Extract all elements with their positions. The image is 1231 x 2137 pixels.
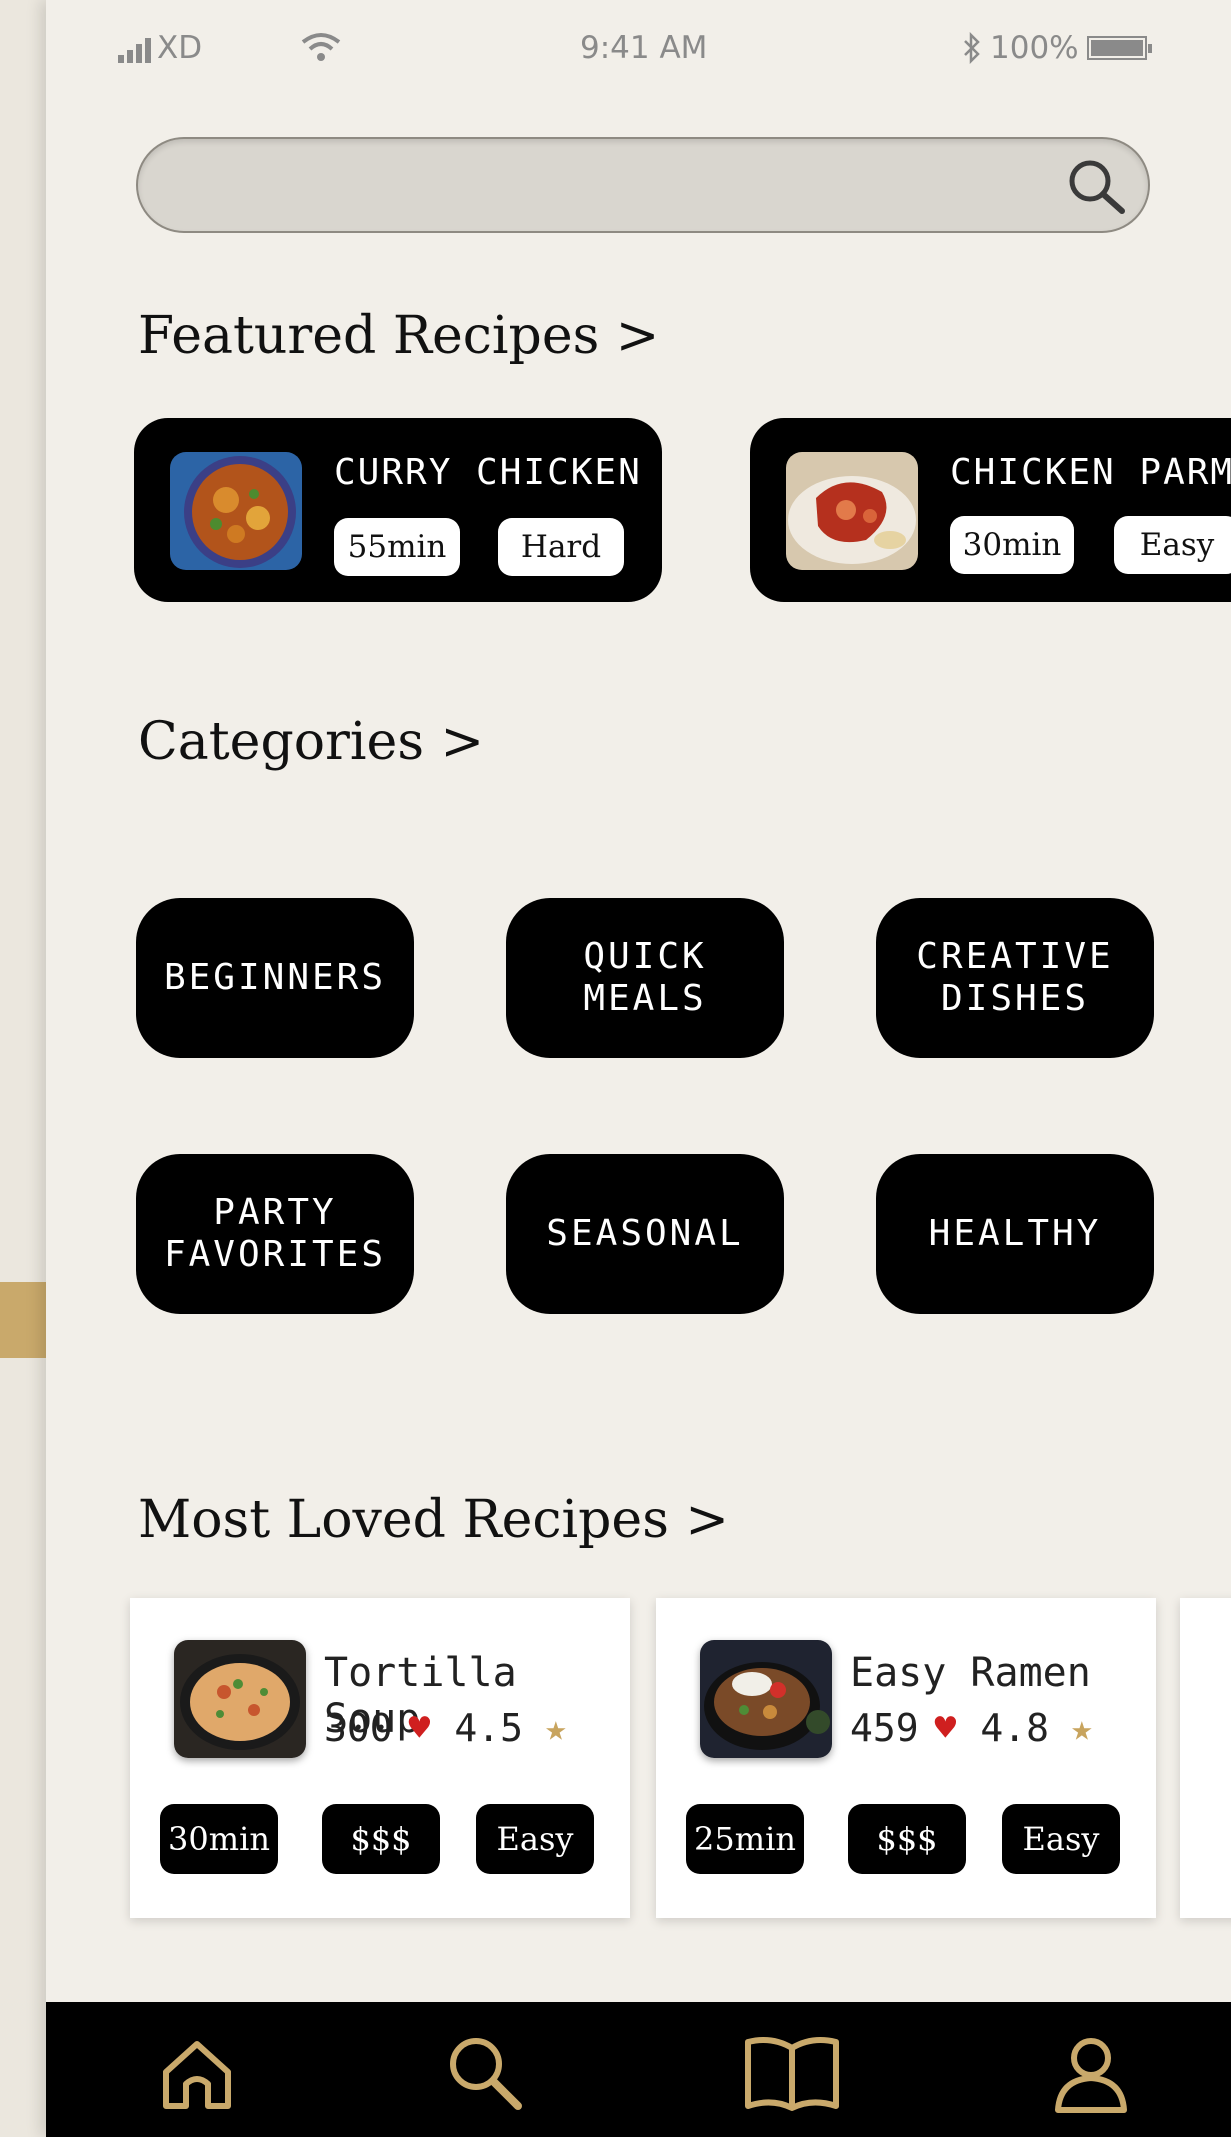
status-bar: XD 9:41 AM 100%	[46, 30, 1231, 70]
category-label: HEALTHY	[928, 1213, 1102, 1254]
featured-card-curry-chicken[interactable]: CURRY CHICKEN 55min Hard	[134, 418, 662, 602]
featured-recipes-heading[interactable]: Featured Recipes >	[138, 306, 659, 366]
category-label: CREATIVE	[916, 936, 1114, 977]
rating-value: 4.5	[454, 1706, 523, 1750]
cost-badge: $$$	[848, 1804, 966, 1874]
loved-card-easy-ramen[interactable]: Easy Ramen 459 ♥ 4.8 ★ 25min $$$ Easy	[656, 1598, 1156, 1918]
battery-percent: 100%	[990, 30, 1079, 66]
search-icon[interactable]	[1062, 153, 1128, 219]
most-loved-heading[interactable]: Most Loved Recipes >	[138, 1490, 729, 1550]
heart-icon[interactable]: ♥	[409, 1708, 431, 1749]
carrier-label: XD	[157, 30, 203, 66]
signal-indicator: XD	[118, 30, 202, 66]
likes-count: 459	[850, 1706, 919, 1750]
time-badge: 30min	[950, 516, 1074, 574]
curry-chicken-thumbnail	[170, 452, 302, 570]
cost-badge: $$$	[322, 1804, 440, 1874]
bluetooth-icon	[964, 32, 980, 64]
category-beginners[interactable]: BEGINNERS	[136, 898, 414, 1058]
recipe-stats: 300 ♥ 4.5 ★	[324, 1706, 567, 1750]
difficulty-badge: Easy	[476, 1804, 594, 1874]
time-badge: 55min	[334, 518, 460, 576]
category-label-line2: MEALS	[583, 978, 707, 1019]
search-bar[interactable]	[136, 137, 1150, 233]
battery-icon	[1086, 36, 1152, 60]
book-icon[interactable]	[742, 2032, 842, 2114]
category-label-line2: DISHES	[940, 978, 1090, 1019]
side-accent-tab	[0, 1282, 46, 1358]
featured-card-title: CHICKEN PARM	[950, 452, 1231, 493]
loved-card-tortilla-soup[interactable]: Tortilla Soup 300 ♥ 4.5 ★ 30min $$$ Easy	[130, 1598, 630, 1918]
search-input[interactable]	[168, 159, 1052, 213]
category-label: BEGINNERS	[163, 957, 387, 998]
clock: 9:41 AM	[580, 30, 708, 66]
easy-ramen-thumbnail	[700, 1640, 832, 1758]
phone-screen: XD 9:41 AM 100% Featured Recipes > CURRY…	[46, 0, 1231, 2137]
bottom-navigation	[46, 2002, 1231, 2137]
time-badge: 30min	[160, 1804, 278, 1874]
signal-icon	[118, 37, 151, 63]
categories-heading[interactable]: Categories >	[138, 712, 484, 772]
loved-card-partial[interactable]	[1180, 1598, 1231, 1918]
category-creative-dishes[interactable]: CREATIVE DISHES	[876, 898, 1154, 1058]
featured-card-title: CURRY CHICKEN	[334, 452, 642, 493]
star-icon: ★	[544, 1707, 567, 1749]
chicken-parm-thumbnail	[786, 452, 918, 570]
tortilla-soup-thumbnail	[174, 1640, 306, 1758]
heart-icon[interactable]: ♥	[935, 1708, 957, 1749]
category-label: SEASONAL	[546, 1213, 744, 1254]
category-label: PARTY	[213, 1192, 337, 1233]
rating-value: 4.8	[980, 1706, 1049, 1750]
likes-count: 300	[324, 1706, 393, 1750]
difficulty-badge: Easy	[1002, 1804, 1120, 1874]
difficulty-badge: Easy	[1114, 516, 1231, 574]
wifi-icon	[301, 33, 341, 61]
category-quick-meals[interactable]: QUICK MEALS	[506, 898, 784, 1058]
category-label: QUICK	[583, 936, 707, 977]
recipe-title: Easy Ramen	[850, 1650, 1091, 1696]
category-healthy[interactable]: HEALTHY	[876, 1154, 1154, 1314]
star-icon: ★	[1070, 1707, 1093, 1749]
time-badge: 25min	[686, 1804, 804, 1874]
recipe-stats: 459 ♥ 4.8 ★	[850, 1706, 1093, 1750]
search-icon[interactable]	[442, 2032, 524, 2114]
featured-card-chicken-parm[interactable]: CHICKEN PARM 30min Easy	[750, 418, 1231, 602]
category-label-line2: FAVORITES	[163, 1234, 387, 1275]
category-seasonal[interactable]: SEASONAL	[506, 1154, 784, 1314]
category-party-favorites[interactable]: PARTY FAVORITES	[136, 1154, 414, 1314]
difficulty-badge: Hard	[498, 518, 624, 576]
home-icon[interactable]	[156, 2032, 238, 2114]
profile-icon[interactable]	[1050, 2032, 1132, 2114]
